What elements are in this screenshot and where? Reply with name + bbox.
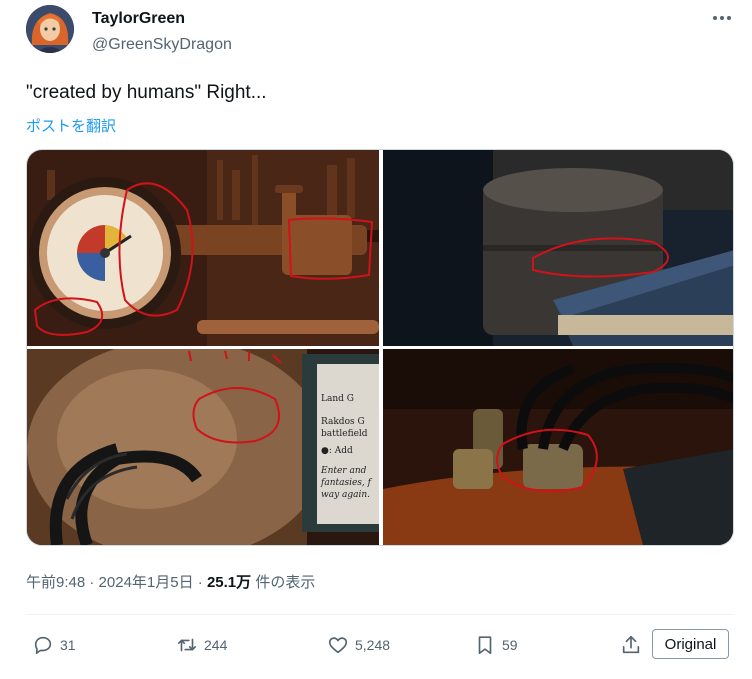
author-display-name[interactable]: TaylorGreen [92, 10, 185, 28]
media-image-4[interactable] [383, 349, 733, 545]
views-label: 件の表示 [251, 574, 316, 591]
share-button[interactable] [620, 630, 642, 660]
tweet-timestamp[interactable]: 午前9:48 · 2024年1月5日 · 25.1万 件の表示 [26, 571, 315, 592]
author-avatar[interactable] [26, 5, 74, 53]
media-image-1[interactable] [27, 150, 379, 346]
translate-post-link[interactable]: ポストを翻訳 [26, 115, 116, 136]
meta-separator: · [193, 574, 207, 591]
media-image-2[interactable] [383, 150, 733, 346]
reply-button[interactable]: 31 [32, 630, 76, 660]
like-count: 5,248 [355, 637, 391, 653]
share-icon [622, 635, 640, 654]
reply-icon [34, 636, 52, 655]
repost-icon [177, 638, 197, 652]
bookmark-icon [478, 636, 492, 655]
tweet-time[interactable]: 午前9:48 [26, 574, 85, 591]
tweet-text: "created by humans" Right... [26, 82, 267, 103]
heart-icon [328, 637, 348, 654]
repost-button[interactable]: 244 [176, 630, 227, 660]
card-line-3: battlefield [321, 429, 368, 439]
media-grid: Land G Rakdos G battlefield ●: Add Enter… [26, 149, 734, 546]
like-button[interactable]: 5,248 [327, 630, 390, 660]
original-button[interactable]: Original [652, 629, 729, 659]
divider [26, 614, 734, 615]
more-options-icon[interactable] [710, 6, 734, 30]
views-count: 25.1万 [206, 574, 252, 591]
card-line-7: way again. [321, 490, 370, 500]
reply-count: 31 [60, 637, 76, 653]
media-image-3[interactable]: Land G Rakdos G battlefield ●: Add Enter… [27, 349, 379, 545]
tweet-date[interactable]: 2024年1月5日 [99, 574, 194, 591]
card-line-6: fantasies, f [320, 478, 373, 488]
card-line-1: Land G [321, 394, 354, 404]
card-line-2: Rakdos G [321, 417, 365, 427]
card-line-5: Enter and [320, 466, 367, 476]
bookmark-button[interactable]: 59 [474, 630, 518, 660]
author-handle[interactable]: @GreenSkyDragon [92, 36, 232, 54]
meta-separator: · [85, 574, 99, 591]
card-line-4: ●: Add [321, 446, 353, 456]
repost-count: 244 [204, 637, 228, 653]
bookmark-count: 59 [502, 637, 518, 653]
